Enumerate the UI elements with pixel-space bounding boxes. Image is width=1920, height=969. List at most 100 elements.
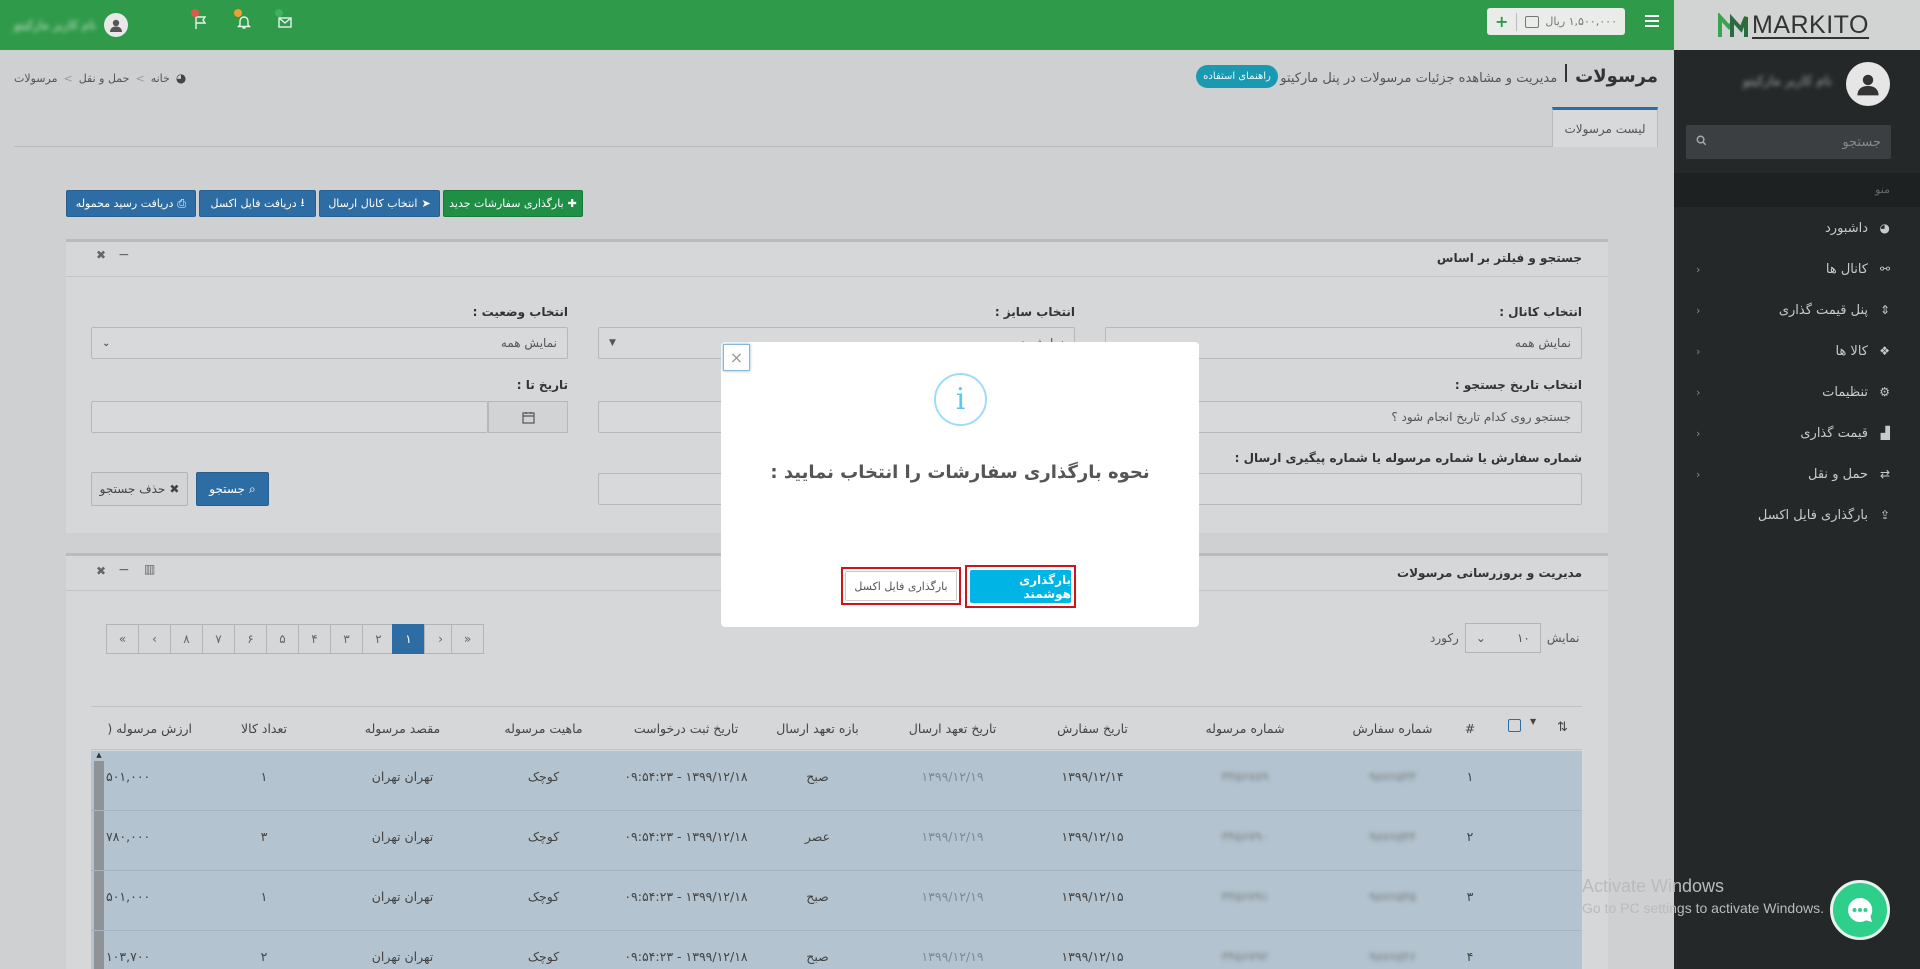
download-receipt-button[interactable]: ⎙ دریافت رسید محموله: [66, 190, 196, 217]
modal-message: نحوه بارگذاری سفارشات را انتخاب نمایید :: [770, 462, 1150, 483]
date-to-input[interactable]: [91, 401, 488, 433]
chevron-left-icon: ‹: [1696, 344, 1701, 358]
filter-panel-divider: [66, 276, 1608, 277]
calendar-button[interactable]: [488, 401, 568, 433]
wallet-icon: [1525, 15, 1540, 28]
col-header-index[interactable]: #: [1450, 706, 1490, 750]
breadcrumb-shipping[interactable]: حمل و نقل: [79, 72, 130, 85]
pagination-first[interactable]: »: [451, 624, 484, 654]
col-header-commit-date[interactable]: تاریخ تعهد ارسال: [875, 706, 1030, 750]
select-all-checkbox[interactable]: [1508, 719, 1521, 732]
collapse-icon[interactable]: −: [118, 247, 130, 263]
cell-parcel-kind: کوچک: [527, 769, 560, 784]
plus-icon: ✚: [567, 197, 577, 210]
cell-request-date: ۱۳۹۹/۱۲/۱۸ - ۰۹:۵۴:۲۳: [624, 829, 748, 844]
brand-logo[interactable]: MARKITO: [1718, 12, 1869, 40]
scroll-up-icon[interactable]: ▲: [94, 751, 104, 761]
pagination-page[interactable]: ۲: [362, 624, 395, 654]
columns-icon[interactable]: ▥: [144, 562, 155, 576]
row-divider: [91, 810, 1582, 811]
cell-quantity: ۳: [260, 829, 268, 844]
col-header-quantity[interactable]: تعداد کالا: [198, 706, 330, 750]
upload-new-orders-button[interactable]: ✚ بارگذاری سفارشات جدید: [443, 190, 583, 217]
show-label: نمایش: [1546, 631, 1580, 645]
cell-parcel-number: ۳۴۵۶۷۸۹: [1221, 769, 1269, 784]
sidebar-item-settings[interactable]: ⚙ تنظیمات ‹: [1674, 372, 1920, 412]
wallet-widget[interactable]: ۱,۵۰۰,۰۰۰ ریال +: [1487, 8, 1625, 35]
col-header-order-number[interactable]: شماره سفارش: [1335, 706, 1450, 750]
pagination-page[interactable]: ۴: [298, 624, 331, 654]
chevron-down-icon[interactable]: ▼: [1530, 717, 1536, 726]
sort-icon: ⇕: [1879, 303, 1890, 317]
chevron-down-icon: ⌄: [1475, 631, 1486, 645]
search-button[interactable]: ⌕ جستجو: [196, 472, 269, 506]
pagination-page[interactable]: ۷: [202, 624, 235, 654]
pagination-page[interactable]: ۵: [266, 624, 299, 654]
cell-order-date: ۱۳۹۹/۱۲/۱۵: [1061, 889, 1124, 904]
col-header-parcel-kind[interactable]: ماهیت مرسوله: [475, 706, 612, 750]
col-header-order-date[interactable]: تاریخ سفارش: [1030, 706, 1155, 750]
sidebar-item-channels[interactable]: ⚯ کانال ها ‹: [1674, 249, 1920, 289]
clear-search-button[interactable]: ✖ حذف جستجو: [91, 472, 188, 506]
excel-upload-button[interactable]: بارگذاری فایل اکسل: [845, 571, 957, 601]
table-scrollbar[interactable]: [94, 755, 104, 969]
user-menu[interactable]: نام کاربر مارکیتو: [14, 12, 129, 38]
channel-label: انتخاب کانال :: [1499, 305, 1582, 319]
sidebar-search-input[interactable]: جستجو: [1707, 135, 1881, 150]
flag-icon[interactable]: [191, 9, 211, 32]
sidebar-item-pricing[interactable]: ▟ قیمت گذاری ‹: [1674, 413, 1920, 453]
collapse-icon[interactable]: −: [118, 562, 130, 578]
sidebar-item-dashboard[interactable]: ◕ داشبورد: [1674, 208, 1920, 248]
add-credit-button[interactable]: +: [1495, 12, 1508, 31]
close-icon[interactable]: ✖: [96, 564, 106, 578]
cell-value: ۵۰۱,۰۰۰: [106, 889, 151, 904]
avatar: [104, 13, 129, 37]
download-excel-button[interactable]: ⭳ دریافت فایل اکسل: [199, 190, 316, 217]
mail-icon[interactable]: [275, 9, 295, 32]
guide-button[interactable]: راهنمای استفاده: [1196, 65, 1278, 88]
cell-index: ۱: [1466, 769, 1474, 784]
date-to-label: تاریخ تا :: [516, 378, 568, 392]
activate-windows-subtitle: Go to PC settings to activate Windows.: [1582, 900, 1824, 916]
cell-destination: تهران تهران: [371, 769, 434, 784]
search-icon[interactable]: [1696, 135, 1707, 149]
col-header-destination[interactable]: مقصد مرسوله: [330, 706, 475, 750]
pagination-page-active[interactable]: ۱: [392, 624, 425, 654]
select-channel-button[interactable]: ➤ انتخاب کانال ارسال: [319, 190, 440, 217]
modal-close-button[interactable]: ×: [723, 344, 750, 371]
cell-request-date: ۱۳۹۹/۱۲/۱۸ - ۰۹:۵۴:۲۳: [624, 769, 748, 784]
cell-quantity: ۲: [260, 949, 268, 964]
close-icon[interactable]: ✖: [96, 248, 106, 262]
cell-order-date: ۱۳۹۹/۱۲/۱۴: [1061, 769, 1124, 784]
cell-index: ۲: [1466, 829, 1474, 844]
pagination-page[interactable]: ۸: [170, 624, 203, 654]
hamburger-menu-icon[interactable]: [1645, 15, 1659, 27]
cell-value: ۱۰۳,۷۰۰: [106, 949, 151, 964]
cell-commit-window: صبح: [806, 949, 829, 964]
send-icon: ➤: [421, 197, 431, 210]
pagination-next[interactable]: ‹: [138, 624, 171, 654]
chat-icon: [1848, 897, 1873, 922]
page-size-select[interactable]: ۱۰ ⌄: [1464, 623, 1541, 653]
col-header-value[interactable]: ارزش مرسوله (: [91, 706, 198, 750]
smart-upload-button[interactable]: بارگذاری هوشمند: [970, 570, 1071, 603]
col-header-request-date[interactable]: تاریخ ثبت درخواست: [612, 706, 760, 750]
cell-value: ۷۸۰,۰۰۰: [106, 829, 151, 844]
sidebar-item-products[interactable]: ❖ کالا ها ‹: [1674, 331, 1920, 371]
bell-icon[interactable]: [234, 9, 254, 32]
pagination-page[interactable]: ۳: [330, 624, 363, 654]
breadcrumb-home[interactable]: خانه: [151, 72, 170, 85]
col-header-parcel-number[interactable]: شماره مرسوله: [1155, 706, 1335, 750]
tab-parcel-list[interactable]: لیست مرسولات: [1552, 107, 1658, 147]
sidebar-search[interactable]: جستجو: [1686, 125, 1891, 159]
sidebar-item-shipping[interactable]: ⇄ حمل و نقل ‹: [1674, 454, 1920, 494]
sort-icon[interactable]: ⇅: [1557, 720, 1568, 735]
status-select[interactable]: نمایش همه ⌄: [91, 327, 568, 359]
print-icon: ⎙: [177, 196, 187, 210]
pagination-page[interactable]: ۶: [234, 624, 267, 654]
chat-widget-button[interactable]: [1830, 880, 1890, 940]
sidebar-item-pricing-panel[interactable]: ⇕ پنل قیمت گذاری ‹: [1674, 290, 1920, 330]
pagination-last[interactable]: «: [106, 624, 139, 654]
col-header-commit-window[interactable]: بازه تعهد ارسال: [760, 706, 875, 750]
sidebar-item-excel-upload[interactable]: ⇪ بارگذاری فایل اکسل: [1674, 495, 1920, 535]
